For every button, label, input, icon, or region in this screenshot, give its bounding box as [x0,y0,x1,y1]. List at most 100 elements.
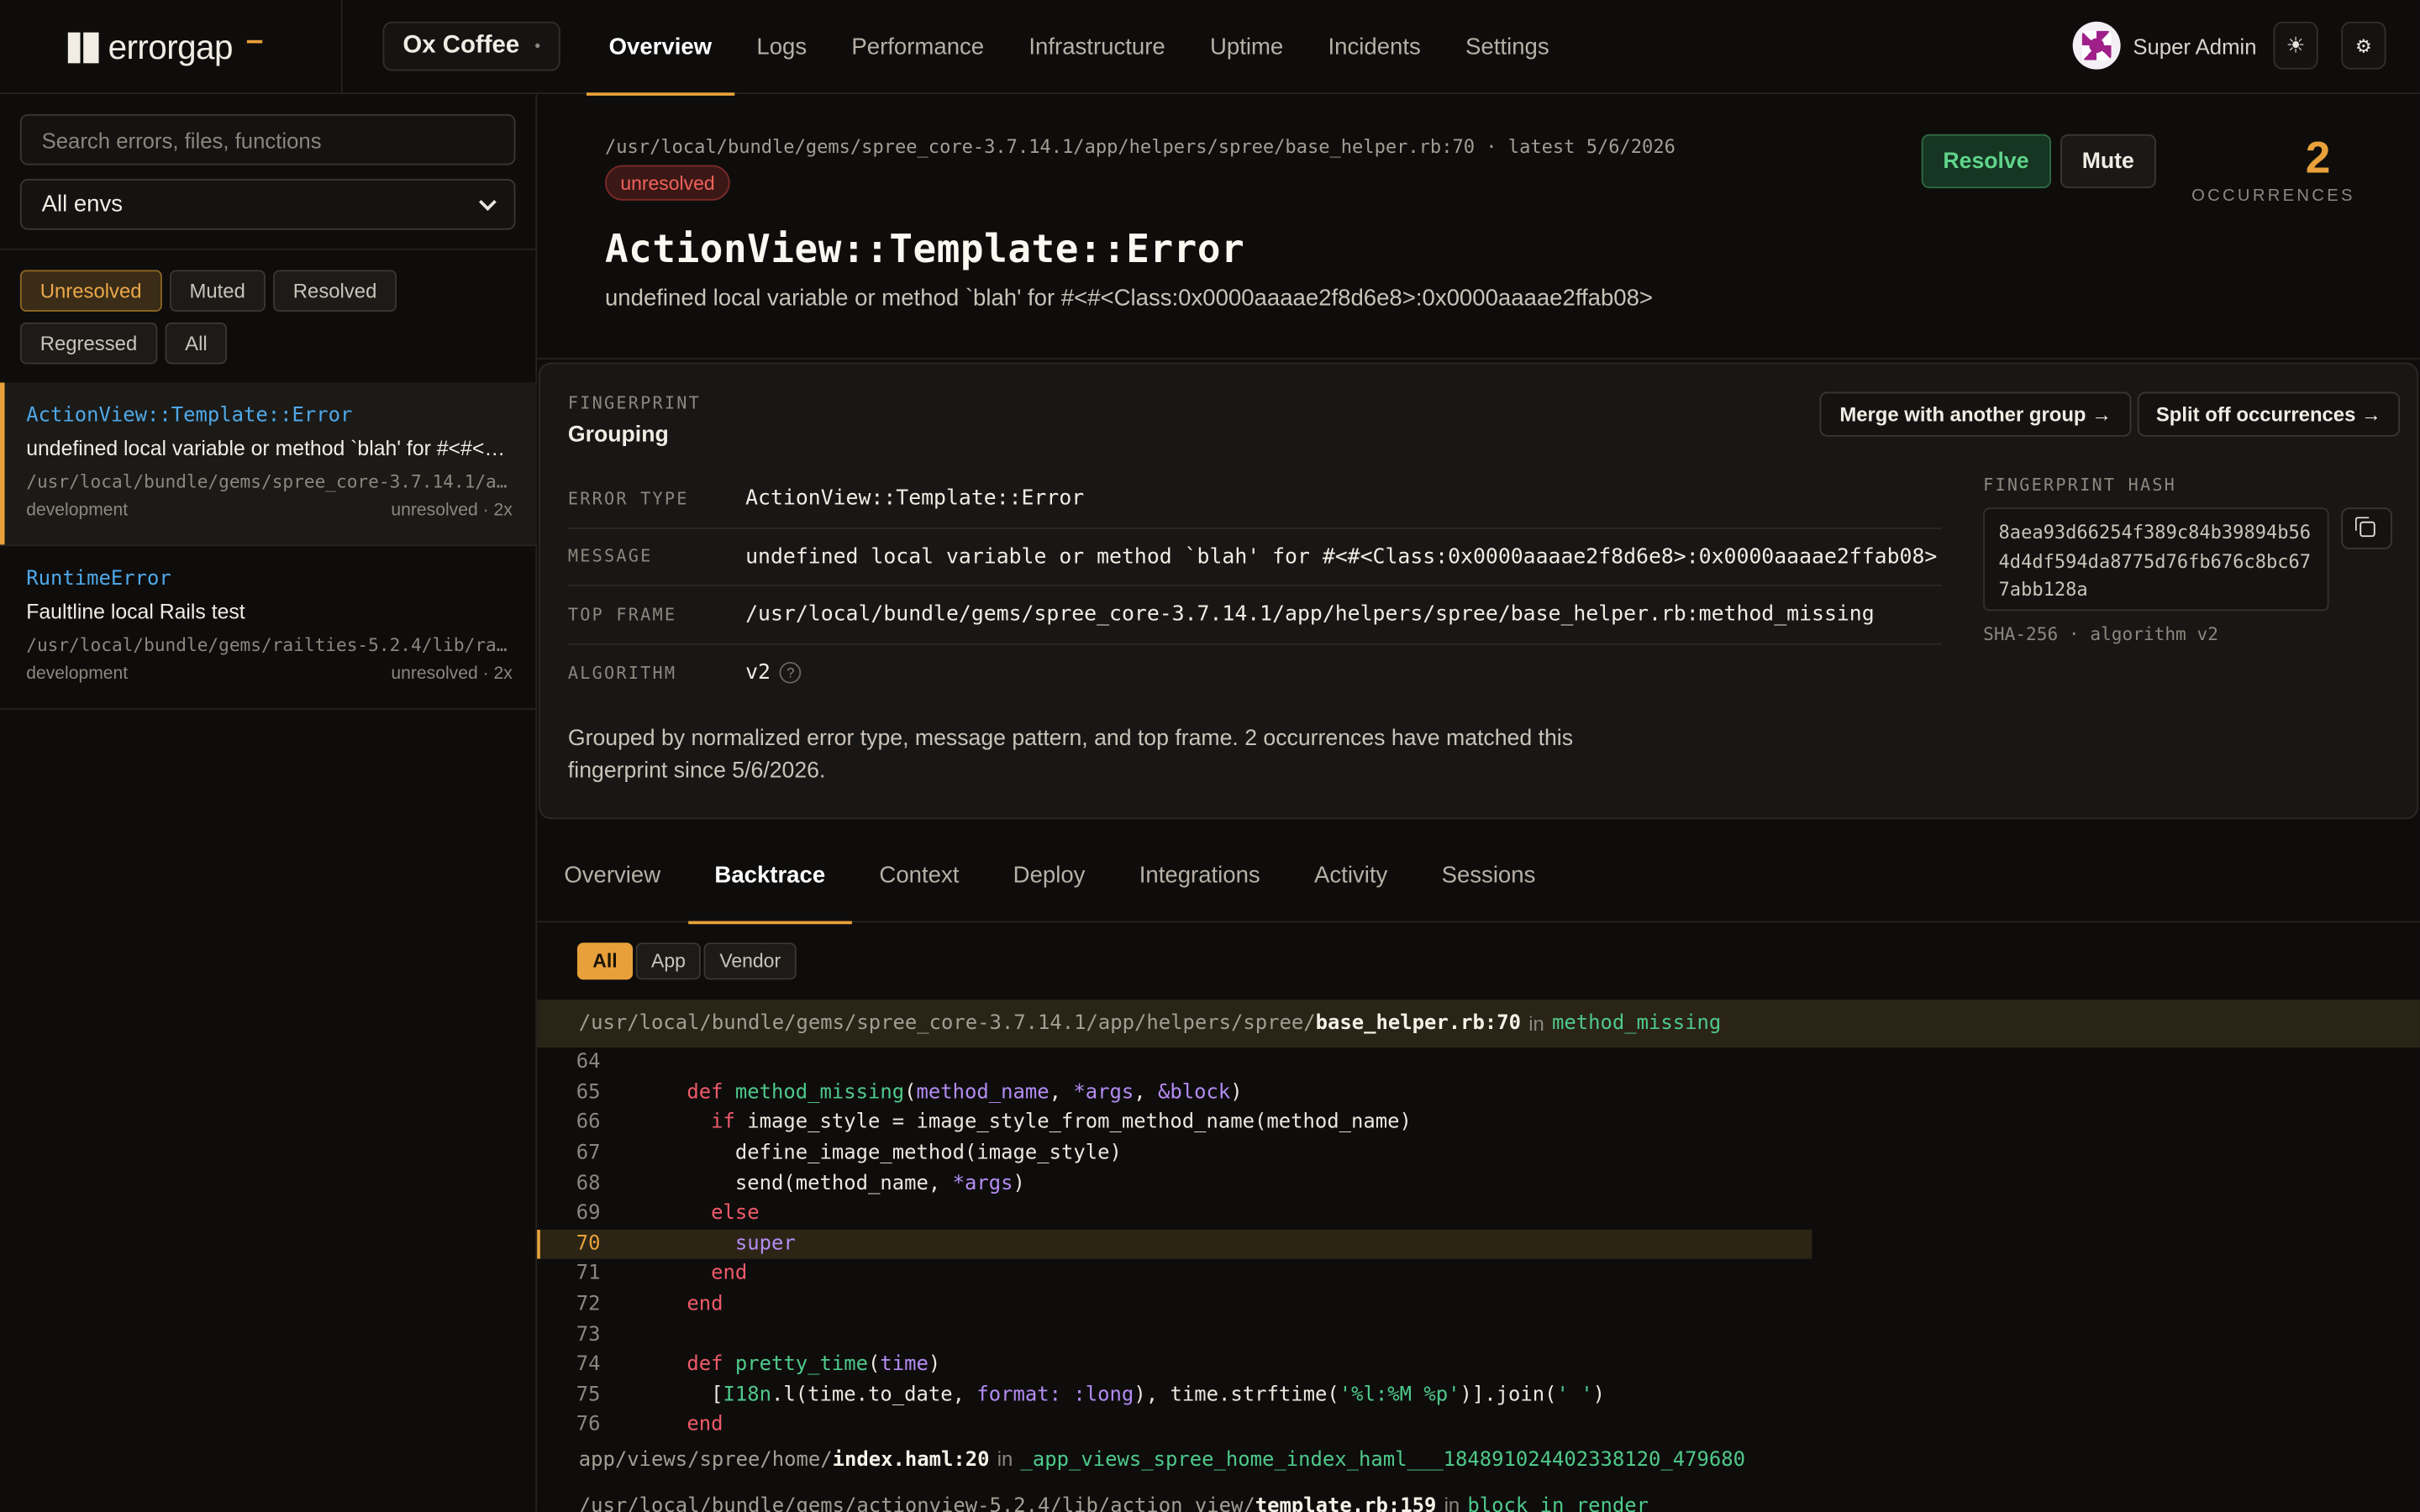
status-filters: Unresolved Muted Resolved Regressed All [19,270,529,365]
line-code: define_image_method(image_style) [734,1142,1122,1165]
line-code: super [734,1232,796,1256]
code-line: 73 [537,1320,1812,1350]
frame-dir: app/views/spree/home/ [578,1448,833,1473]
fingerprint-row: TOP FRAME /usr/local/bundle/gems/spree_c… [567,586,1942,644]
line-number: 69 [576,1202,601,1226]
fingerprint-hash[interactable]: 8aea93d66254f389c84b39894b564d4df594da87… [1983,507,2329,612]
fingerprint-row: MESSAGE undefined local variable or meth… [567,528,1942,586]
top-nav: errorgap Ox Coffee • Overview Logs Perfo… [0,0,2420,96]
frame-dir: /usr/local/bundle/gems/actionview-5.2.4/… [578,1494,1255,1512]
nav-tab-performance[interactable]: Performance [829,0,1007,94]
user-name: Super Admin [2133,33,2257,58]
nav-tab-incidents[interactable]: Incidents [1306,0,1444,94]
tab-backtrace[interactable]: Backtrace [687,827,852,925]
filter-muted[interactable]: Muted [169,270,266,312]
backtrace-filter-vendor[interactable]: Vendor [703,942,797,980]
field-value: undefined local variable or method `blah… [745,543,1938,570]
project-name: Ox Coffee [402,32,520,59]
tab-activity[interactable]: Activity [1287,827,1415,922]
logo[interactable]: errorgap [67,28,262,68]
error-item-status: unresolved · 2x [391,664,513,684]
main-nav: Overview Logs Performance Infrastructure… [586,0,1571,96]
line-number: 73 [576,1323,601,1347]
nav-tab-uptime[interactable]: Uptime [1187,0,1306,94]
line-number: 71 [576,1263,601,1286]
code-line: 66 if image_style = image_style_from_met… [537,1108,1812,1138]
error-list-item[interactable]: ActionView::Template::Error undefined lo… [0,382,538,547]
env-select[interactable]: All envs [19,179,516,230]
tab-integrations[interactable]: Integrations [1113,827,1287,922]
backtrace-filter-all[interactable]: All [576,942,634,980]
frame-function: method_missing [1552,1011,1722,1036]
header-divider [537,358,2420,360]
tab-deploy[interactable]: Deploy [986,827,1113,922]
filter-regressed[interactable]: Regressed [19,322,158,365]
error-list-item[interactable]: RuntimeError Faultline local Rails test … [0,546,538,710]
merge-group-button[interactable]: Merge with another group → [1819,391,2132,437]
line-code: if image_style = image_style_from_method… [711,1111,1412,1135]
nav-tab-infrastructure[interactable]: Infrastructure [1007,0,1188,94]
nav-tab-settings[interactable]: Settings [1443,0,1571,94]
line-number: 72 [576,1293,601,1316]
search-input[interactable] [19,113,516,165]
help-icon[interactable]: ? [780,662,802,685]
copy-hash-button[interactable] [2341,507,2392,549]
field-label: ERROR TYPE [567,488,689,509]
hash-algorithm: SHA-256 · algorithm v2 [1983,623,2218,645]
logo-cursor [246,39,262,44]
fingerprint-row: ALGORITHM v2? [568,644,1942,702]
field-label: TOP FRAME [567,604,677,625]
tab-sessions[interactable]: Sessions [1414,827,1562,922]
algorithm-value: v2 [745,660,771,685]
logo-icon [67,32,99,64]
tab-overview[interactable]: Overview [537,827,687,922]
line-number: 66 [576,1111,601,1135]
frame-in-label: in [997,1446,1013,1471]
chevron-down-icon [479,192,497,211]
error-item-env: development [26,664,129,684]
occurrences-number: 2 [2305,134,2331,184]
filter-all[interactable]: All [165,322,228,365]
line-number: 68 [576,1172,601,1195]
backtrace-frame-header[interactable]: /usr/local/bundle/gems/spree_core-3.7.14… [537,1000,2420,1048]
line-code: end [687,1414,723,1437]
env-select-value: All envs [41,191,124,218]
error-item-type: ActionView::Template::Error [26,404,353,428]
code-line: 75 [I18n.l(time.to_date, format: :long),… [537,1380,1812,1410]
backtrace-filter-app[interactable]: App [635,942,702,980]
code-line: 65 def method_missing(method_name, *args,… [537,1078,1812,1108]
copy-icon [2354,516,2375,537]
field-label: MESSAGE [567,546,653,567]
frame-dir: /usr/local/bundle/gems/spree_core-3.7.14… [578,1011,1316,1036]
tab-context[interactable]: Context [852,827,986,922]
frame-file: index.haml:20 [832,1448,990,1473]
nav-tab-overview[interactable]: Overview [586,0,734,96]
nav-tab-logs[interactable]: Logs [734,0,829,94]
code-line: 72 end [537,1289,1812,1320]
code-line: 68 send(method_name, *args) [537,1168,1812,1199]
line-number: 65 [576,1081,601,1105]
filter-resolved[interactable]: Resolved [272,270,397,312]
line-number: 76 [576,1414,601,1437]
mute-button[interactable]: Mute [2060,134,2156,189]
theme-toggle-button[interactable]: ☀ [2273,21,2318,70]
line-number: 64 [576,1051,601,1074]
frame-function: block in render [1467,1494,1649,1512]
user-menu[interactable]: Super Admin [2072,21,2257,70]
settings-button[interactable]: ⚙ [2341,21,2386,70]
sidebar: All envs Unresolved Muted Resolved Regre… [0,94,538,1512]
resolve-button[interactable]: Resolve [1921,134,2051,189]
filter-unresolved[interactable]: Unresolved [19,270,162,312]
fingerprint-card: FINGERPRINT Grouping Merge with another … [539,362,2419,820]
line-code: else [711,1202,760,1226]
occurrences-label: OCCURRENCES [2191,186,2355,206]
backtrace-frame[interactable]: app/views/spree/home/index.haml:20 in _app… [579,1447,1745,1472]
field-value: ActionView::Template::Error [745,486,1085,512]
backtrace-frame[interactable]: /usr/local/bundle/gems/actionview-5.2.4/… [579,1494,1649,1512]
code-line: 67 define_image_method(image_style) [537,1138,1812,1168]
split-occurrences-button[interactable]: Split off occurrences → [2137,391,2400,437]
detail-tabs: Overview Backtrace Context Deploy Integr… [537,827,2420,925]
dropdown-dot-icon: • [534,37,541,55]
project-switcher[interactable]: Ox Coffee • [382,21,560,71]
error-item-env: development [26,501,129,520]
